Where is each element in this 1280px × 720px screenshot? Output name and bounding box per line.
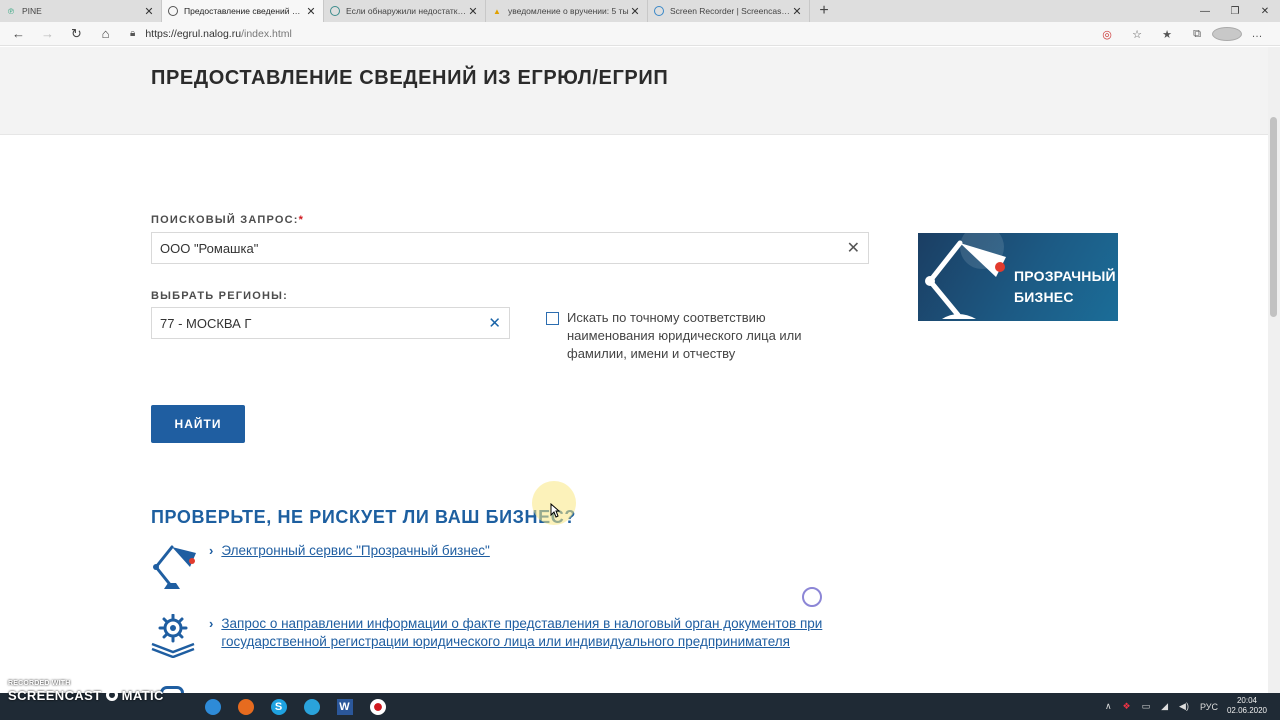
edge-app-icon[interactable] [196, 693, 229, 720]
profile-avatar[interactable] [1212, 27, 1242, 41]
tracking-icon[interactable]: ◎ [1092, 28, 1122, 41]
region-label: ВЫБРАТЬ РЕГИОНЫ: [151, 290, 289, 302]
forward-icon[interactable]: → [33, 22, 62, 46]
minimize-icon[interactable]: — [1190, 0, 1220, 22]
recorder-app-icon[interactable] [361, 693, 394, 720]
system-tray: ∧ ❖ ▭ ◢ ◀) РУС [1105, 693, 1218, 720]
skype-app-icon[interactable]: S [262, 693, 295, 720]
watermark-brand: SCREENCAST [8, 688, 102, 703]
lock-icon: 🔒︎ [130, 28, 136, 39]
home-icon[interactable]: ⌂ [91, 22, 120, 46]
new-tab-button[interactable]: + [810, 0, 838, 22]
mouse-pointer-icon [550, 503, 560, 518]
tab-pine[interactable]: ℗ PINE ✕ [0, 0, 162, 22]
search-label: ПОИСКОВЫЙ ЗАПРОС:* [151, 214, 304, 226]
page-scrollbar[interactable] [1268, 47, 1280, 693]
url-field[interactable]: 🔒︎ https://egrul.nalog.ru/index.html [130, 28, 292, 40]
close-window-icon[interactable]: ✕ [1250, 0, 1280, 22]
service-link-transparent-business[interactable]: › Электронный сервис "Прозрачный бизнес" [209, 542, 490, 560]
clear-region-icon[interactable]: ✕ [488, 314, 501, 332]
exact-match-label[interactable]: Искать по точному соответствию наименова… [567, 309, 847, 363]
exact-match-checkbox[interactable] [546, 312, 559, 325]
chevron-right-icon: › [209, 543, 214, 558]
region-select[interactable]: 77 - МОСКВА Г ✕ [151, 307, 510, 339]
page-header: ПРЕДОСТАВЛЕНИЕ СВЕДЕНИЙ ИЗ ЕГРЮЛ/ЕГРИП [0, 47, 1268, 135]
tray-app-icon[interactable]: ❖ [1123, 701, 1131, 712]
tray-chevron-icon[interactable]: ∧ [1105, 701, 1112, 712]
telegram-app-icon[interactable] [295, 693, 328, 720]
lamp-service-icon [153, 545, 196, 589]
loading-ring-icon [802, 587, 822, 607]
battery-icon[interactable]: ▭ [1142, 701, 1151, 712]
tab-title: Screen Recorder | Screencast-O [670, 6, 791, 16]
page-favicon-icon [330, 6, 340, 16]
search-label-text: ПОИСКОВЫЙ ЗАПРОС: [151, 214, 299, 226]
nalog-favicon-icon [168, 6, 178, 16]
watermark-small: RECORDED WITH [8, 680, 71, 687]
taskbar-apps: S W [196, 693, 394, 720]
collections-icon[interactable]: ⧉ [1182, 28, 1212, 41]
firefox-app-icon[interactable] [229, 693, 262, 720]
close-tab-icon[interactable]: ✕ [305, 5, 317, 18]
clock-time: 20:04 [1236, 696, 1258, 705]
region-value: 77 - МОСКВА Г [160, 315, 252, 331]
volume-icon[interactable]: ◀) [1179, 701, 1189, 712]
toolbar-icons: ◎ ☆ ★ ⧉ … [1092, 22, 1272, 46]
tab-title: Если обнаружили недостатки и [346, 6, 467, 16]
window-controls: — ❐ ✕ [1190, 0, 1280, 22]
banner-line-1: ПРОЗРАЧНЫЙ [1014, 268, 1116, 284]
transparent-business-banner[interactable]: ПРОЗРАЧНЫЙ БИЗНЕС [918, 233, 1118, 321]
banner-line-2: БИЗНЕС [1014, 289, 1074, 305]
screencast-watermark: RECORDED WITH SCREENCAST MATIC [8, 680, 164, 703]
scrollbar-thumb[interactable] [1270, 117, 1277, 317]
tab-screencast[interactable]: Screen Recorder | Screencast-O ✕ [648, 0, 810, 22]
page-title: ПРЕДОСТАВЛЕНИЕ СВЕДЕНИЙ ИЗ ЕГРЮЛ/ЕГРИП [151, 67, 669, 89]
more-menu-icon[interactable]: … [1242, 28, 1272, 40]
find-button[interactable]: НАЙТИ [151, 405, 245, 443]
reload-icon[interactable]: ↻ [62, 22, 91, 46]
screencast-favicon-icon [654, 6, 664, 16]
tab-title: уведомление о вручении: 5 ты [508, 6, 629, 16]
favorites-icon[interactable]: ★ [1152, 28, 1182, 41]
windows-taskbar: S W ∧ ❖ ▭ ◢ ◀) РУС 20:04 02.06.2020 [0, 693, 1280, 720]
tab-complaint[interactable]: Если обнаружили недостатки и ✕ [324, 0, 486, 22]
service-link-text[interactable]: Запрос о направлении информации о факте … [221, 615, 869, 651]
watermark-suffix: MATIC [121, 688, 164, 703]
clear-search-icon[interactable]: ✕ [847, 238, 860, 258]
clock[interactable]: 20:04 02.06.2020 [1222, 696, 1272, 716]
language-indicator[interactable]: РУС [1200, 702, 1218, 712]
close-tab-icon[interactable]: ✕ [629, 5, 641, 18]
close-tab-icon[interactable]: ✕ [467, 5, 479, 18]
network-icon[interactable]: ◢ [1161, 701, 1168, 712]
tab-egrul[interactable]: Предоставление сведений из Е ✕ [162, 0, 324, 22]
favorite-star-icon[interactable]: ☆ [1122, 28, 1152, 41]
search-input[interactable]: ООО "Ромашка" ✕ [151, 232, 869, 264]
address-bar: ← → ↻ ⌂ 🔒︎ https://egrul.nalog.ru/index.… [0, 22, 1280, 46]
banner-text: ПРОЗРАЧНЫЙ БИЗНЕС [1014, 266, 1116, 308]
watermark-big: SCREENCAST MATIC [8, 688, 164, 703]
image-favicon-icon: ▲ [493, 6, 501, 16]
clock-date: 02.06.2020 [1226, 706, 1268, 715]
gear-service-icon [151, 614, 195, 658]
pine-favicon-icon: ℗ [8, 6, 14, 16]
required-mark: * [298, 214, 305, 226]
service-link-text[interactable]: Электронный сервис "Прозрачный бизнес" [221, 542, 490, 560]
url-path: /index.html [241, 27, 292, 40]
search-input-value: ООО "Ромашка" [160, 240, 259, 256]
chevron-right-icon: › [209, 616, 214, 631]
tab-bar: ℗ PINE ✕ Предоставление сведений из Е ✕ … [0, 0, 1280, 22]
url-host: https://egrul.nalog.ru [145, 27, 242, 40]
close-tab-icon[interactable]: ✕ [791, 5, 803, 18]
word-app-icon[interactable]: W [328, 693, 361, 720]
tab-title: PINE [22, 6, 42, 16]
risk-section-title: ПРОВЕРЬТЕ, НЕ РИСКУЕТ ЛИ ВАШ БИЗНЕС? [151, 507, 576, 527]
watermark-o-icon [105, 689, 118, 701]
close-tab-icon[interactable]: ✕ [143, 5, 155, 18]
tab-notification[interactable]: ▲ уведомление о вручении: 5 ты ✕ [486, 0, 648, 22]
back-icon[interactable]: ← [4, 22, 33, 46]
restore-icon[interactable]: ❐ [1220, 0, 1250, 22]
tab-title: Предоставление сведений из Е [184, 6, 305, 16]
service-link-registration-info[interactable]: › Запрос о направлении информации о факт… [209, 615, 869, 651]
